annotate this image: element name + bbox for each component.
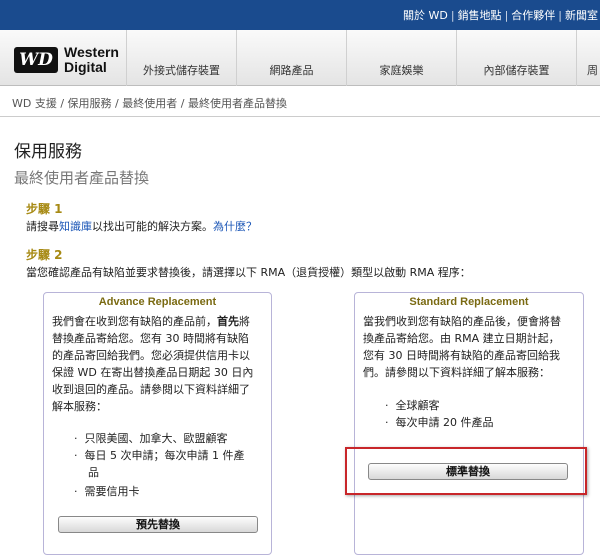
step-2-title: 步驟 2 [26, 248, 63, 262]
advance-desc-line: 保證 WD 在寄出替換產品日期起 30 日內 [52, 366, 254, 379]
standard-desc-line: 們。請參閱以下資料詳細了解本服務： [363, 366, 550, 379]
why-link[interactable]: 為什麼？ [213, 220, 257, 233]
step-2-text: 當您確認產品有缺陷並要求替換後，請選擇以下 RMA（退貨授權）類型以啟動 RMA… [26, 266, 471, 279]
top-link-where-to-buy[interactable]: 銷售地點 [458, 9, 502, 22]
advance-replacement-title: Advance Replacement [98, 296, 217, 308]
advance-desc-line: 我們會在收到您有缺陷的產品前，首先將 [52, 313, 253, 330]
advance-desc-line: 替換產品寄給您。您有 30 時間將有缺陷 [52, 332, 249, 345]
step-1-text: 請搜尋知識庫以找出可能的解決方案。為什麼？ [26, 218, 257, 234]
standard-replacement-description: 當我們收到您有缺陷的產品後，便會將替 換產品寄給您。由 RMA 建立日期計起， … [363, 313, 561, 381]
advance-desc-line-1c: 將 [239, 315, 250, 328]
standard-replacement-title: Standard Replacement [409, 296, 529, 308]
top-link-separator: | [504, 9, 509, 22]
advance-desc-line-1a: 我們會在收到您有缺陷的產品前， [52, 315, 217, 328]
advance-replacement-description: 我們會在收到您有缺陷的產品前，首先將 替換產品寄給您。您有 30 時間將有缺陷 … [52, 313, 253, 415]
nav-tab-home-entertainment[interactable]: 家庭娛樂 [346, 30, 456, 86]
standard-desc-line: 當我們收到您有缺陷的產品後，便會將替 [363, 315, 561, 328]
advance-replacement-panel: Advance Replacement 我們會在收到您有缺陷的產品前，首先將 替… [43, 292, 272, 555]
nav-tab-network-products[interactable]: 網路產品 [236, 30, 346, 86]
highlight-annotation [345, 447, 587, 495]
standard-bullet-text: 每次申請 20 件產品 [395, 416, 494, 429]
top-link-newsroom[interactable]: 新聞室 [565, 9, 598, 22]
top-link-partners[interactable]: 合作夥伴 [511, 9, 555, 22]
top-link-separator: | [450, 9, 455, 22]
nav-tab-internal-storage[interactable]: 內部儲存裝置 [456, 30, 576, 86]
wd-logo-badge: WD [14, 47, 58, 73]
nav-tab-external-storage[interactable]: 外接式儲存裝置 [126, 30, 236, 86]
standard-bullet: · 每次申請 20 件產品 [385, 416, 494, 429]
logo-line-1: Western [64, 44, 119, 60]
main-content: 保用服務 最終使用者產品替換 步驟 1 請搜尋知識庫以找出可能的解決方案。為什麼… [0, 117, 600, 555]
step-1-title: 步驟 1 [26, 202, 63, 216]
step-1-text-before: 請搜尋 [26, 220, 59, 233]
main-navigation: WD Western Digital 外接式儲存裝置 網路產品 家庭娛樂 內部儲… [0, 30, 600, 86]
page-title: 保用服務 [14, 142, 82, 162]
knowledge-base-link[interactable]: 知識庫 [59, 220, 92, 233]
advance-desc-line: 的產品寄回給我們。您必須提供信用卡以 [52, 349, 250, 362]
top-link-separator: | [558, 9, 562, 22]
advance-desc-emphasis: 首先 [217, 315, 239, 328]
standard-desc-line: 換產品寄給您。由 RMA 建立日期計起， [363, 332, 560, 345]
standard-desc-line: 您有 30 日時間將有缺陷的產品寄回給我 [363, 349, 560, 362]
advance-bullet-text: 需要信用卡 [84, 485, 140, 498]
page-subtitle: 最終使用者產品替換 [14, 169, 150, 187]
advance-bullet: · 每日 5 次申請；每次申請 1 件產 [74, 449, 245, 462]
standard-bullet: · 全球顧客 [385, 399, 440, 412]
nav-tabs: 外接式儲存裝置 網路產品 家庭娛樂 內部儲存裝置 周 [126, 30, 600, 86]
breadcrumb[interactable]: WD 支援 / 保用服務 / 最終使用者 / 最終使用者產品替換 [12, 95, 287, 111]
top-link-about[interactable]: 關於 WD [403, 9, 448, 22]
nav-tab-more[interactable]: 周 [576, 30, 600, 86]
advance-bullet: · 只限美國、加拿大、歐盟顧客 [74, 432, 228, 445]
standard-replacement-panel: Standard Replacement 當我們收到您有缺陷的產品後，便會將替 … [354, 292, 584, 555]
advance-bullet-continued: 品 [88, 466, 99, 479]
advance-desc-line: 解本服務： [52, 400, 107, 413]
advance-replacement-button[interactable]: 預先替換 [58, 516, 258, 533]
logo-line-2: Digital [64, 59, 107, 75]
advance-bullet-text: 每日 5 次申請；每次申請 1 件產 [84, 449, 245, 462]
advance-bullet-text: 只限美國、加拿大、歐盟顧客 [84, 432, 228, 445]
advance-desc-line: 收到退回的產品。請參閱以下資料詳細了 [52, 383, 250, 396]
step-1-text-middle: 以找出可能的解決方案。 [92, 220, 213, 233]
logo-wordmark: Western Digital [64, 45, 119, 75]
advance-bullet: · 需要信用卡 [74, 485, 140, 498]
western-digital-logo[interactable]: WD Western Digital [14, 45, 122, 75]
top-bar: 關於 WD | 銷售地點 | 合作夥伴 | 新聞室 [0, 0, 600, 30]
top-links: 關於 WD | 銷售地點 | 合作夥伴 | 新聞室 [403, 7, 598, 23]
standard-bullet-text: 全球顧客 [395, 399, 440, 412]
